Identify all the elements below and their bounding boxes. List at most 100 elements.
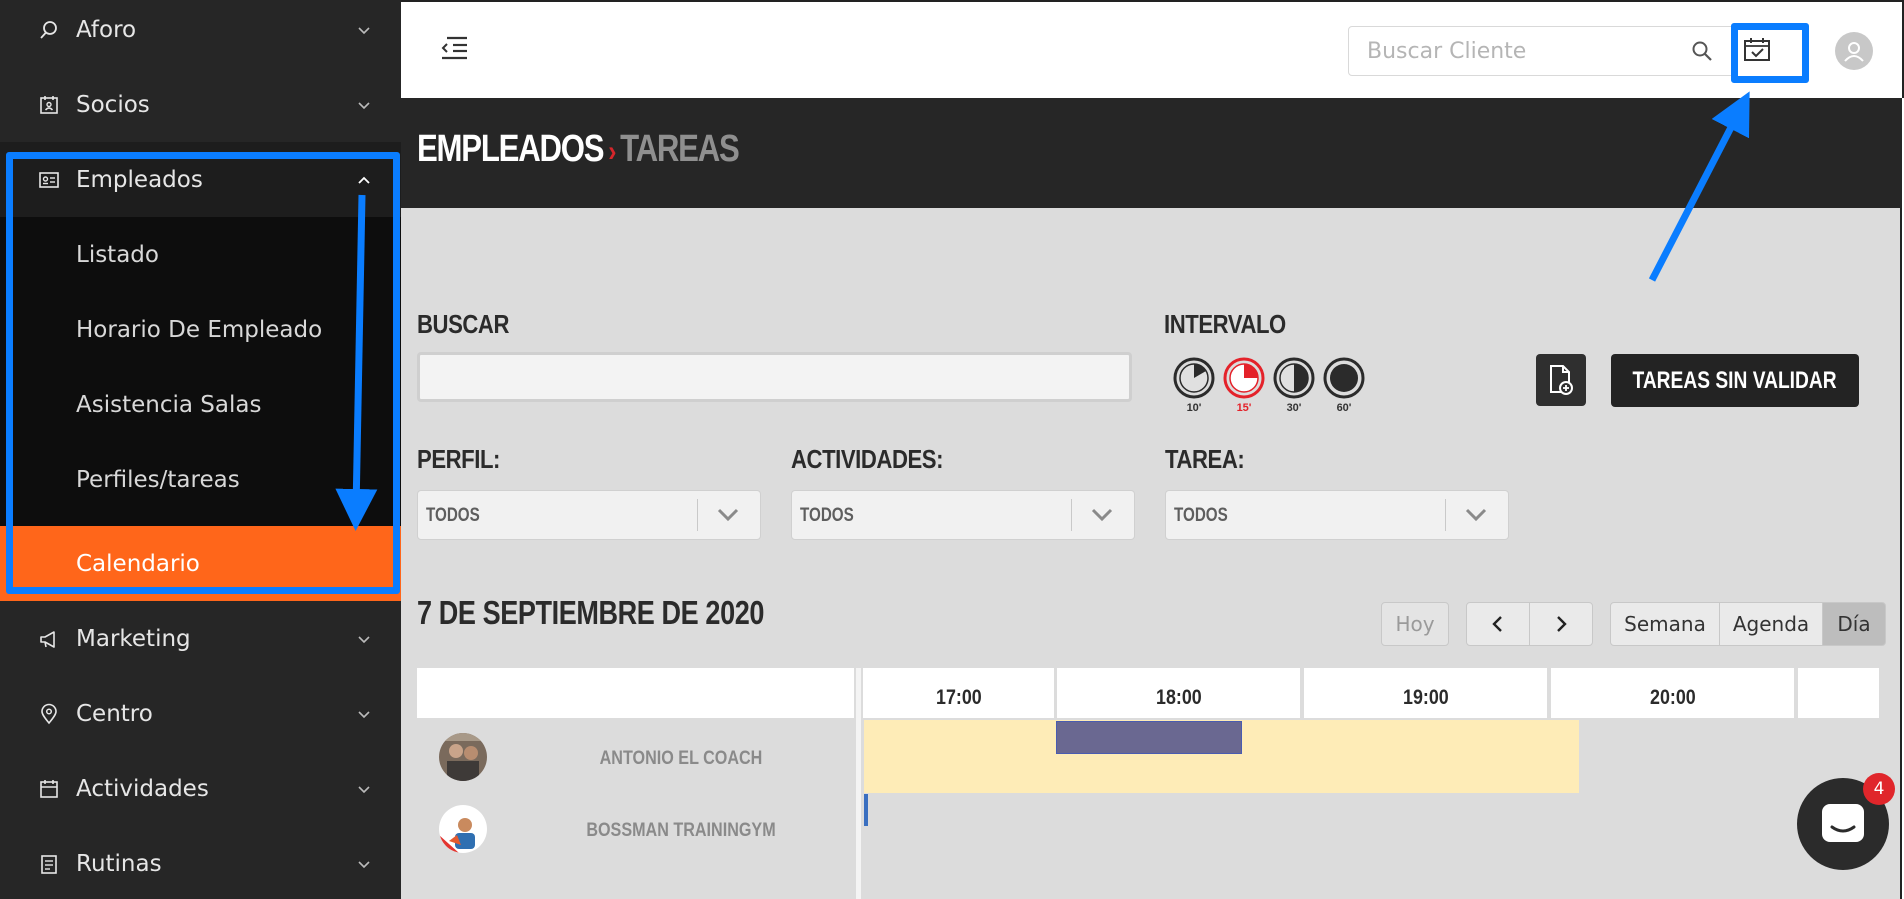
submenu-item-label: Asistencia Salas — [76, 391, 262, 418]
clock-60-icon — [1323, 357, 1365, 399]
interval-60[interactable]: 60' — [1319, 356, 1369, 414]
perfil-label: PERFIL: — [417, 444, 500, 474]
actividades-label: ACTIVIDADES: — [791, 444, 944, 474]
submenu-item-listado[interactable]: Listado — [0, 217, 401, 292]
interval-label: 30' — [1286, 402, 1302, 414]
hour-header: 17:00 — [863, 668, 1054, 718]
hour-label: 18:00 — [1155, 686, 1202, 709]
perfil-value: TODOS — [426, 505, 480, 526]
actividades-select[interactable]: TODOS — [791, 490, 1135, 540]
employee-avatar — [439, 733, 487, 781]
hour-header — [1798, 668, 1879, 718]
sidebar-item-label: Empleados — [76, 166, 203, 193]
tasks-calendar-icon[interactable] — [1737, 30, 1777, 70]
chat-icon — [1822, 804, 1864, 842]
submenu-item-perfiles-tareas[interactable]: Perfiles/tareas — [0, 442, 401, 517]
menu-collapse-icon[interactable] — [439, 34, 469, 62]
chevron-down-icon — [357, 707, 371, 721]
id-card-icon — [37, 168, 61, 192]
client-search-input[interactable] — [1349, 27, 1679, 75]
view-agenda-button[interactable]: Agenda — [1719, 602, 1823, 646]
submenu-item-horario[interactable]: Horario De Empleado — [0, 292, 401, 367]
interval-15[interactable]: 15' — [1219, 356, 1269, 414]
map-pin-icon — [37, 702, 61, 726]
megaphone-icon — [37, 627, 61, 651]
breadcrumb-separator-icon: › — [608, 135, 616, 168]
hour-label: 17:00 — [935, 686, 982, 709]
clock-10-icon — [1173, 357, 1215, 399]
intervalo-label: INTERVALO — [1164, 309, 1286, 339]
sidebar-item-aforo[interactable]: Aforo — [0, 0, 401, 67]
buscar-input[interactable] — [417, 352, 1132, 402]
submenu-item-label: Listado — [76, 241, 159, 268]
search-location-icon — [37, 18, 61, 42]
chevron-left-icon — [1492, 616, 1502, 632]
page-header: EMPLEADOS › TAREAS — [401, 98, 1902, 208]
chevron-down-icon — [357, 632, 371, 646]
search-icon[interactable] — [1690, 39, 1714, 63]
user-avatar-icon[interactable] — [1835, 32, 1873, 70]
interval-30[interactable]: 30' — [1269, 356, 1319, 414]
chevron-down-icon — [716, 505, 740, 525]
tarea-value: TODOS — [1174, 505, 1228, 526]
clock-30-icon — [1273, 357, 1315, 399]
sidebar-item-rutinas[interactable]: Rutinas — [0, 826, 401, 899]
view-semana-button[interactable]: Semana — [1610, 602, 1720, 646]
chevron-down-icon — [357, 782, 371, 796]
sidebar: Aforo Socios Empleados Listado Horario D… — [0, 0, 401, 899]
add-document-icon — [1550, 365, 1573, 395]
submenu-item-label: Horario De Empleado — [76, 316, 323, 343]
topbar — [401, 0, 1904, 98]
sidebar-item-label: Marketing — [76, 625, 191, 652]
chevron-down-icon — [357, 857, 371, 871]
sidebar-item-socios[interactable]: Socios — [0, 67, 401, 142]
sidebar-item-label: Rutinas — [76, 850, 162, 877]
interval-label: 15' — [1236, 402, 1252, 414]
submenu-item-label: Perfiles/tareas — [76, 466, 240, 493]
task-event[interactable] — [1056, 721, 1242, 754]
tareas-sin-validar-button[interactable]: TAREAS SIN VALIDAR — [1611, 354, 1859, 407]
next-button[interactable] — [1529, 602, 1593, 646]
empleados-submenu: Listado Horario De Empleado Asistencia S… — [0, 217, 401, 601]
add-task-document-button[interactable] — [1536, 354, 1586, 406]
tareas-sin-validar-label: TAREAS SIN VALIDAR — [1632, 366, 1838, 394]
chevron-down-icon — [1090, 505, 1114, 525]
calendar-icon — [37, 777, 61, 801]
breadcrumb-current: TAREAS — [620, 128, 740, 170]
sidebar-item-label: Actividades — [76, 775, 209, 802]
prev-button[interactable] — [1466, 602, 1530, 646]
clipboard-icon — [37, 852, 61, 876]
sidebar-item-actividades[interactable]: Actividades — [0, 751, 401, 826]
member-card-icon — [37, 93, 61, 117]
submenu-item-label: Calendario — [76, 550, 200, 577]
breadcrumb-section[interactable]: EMPLEADOS — [417, 128, 605, 170]
client-search — [1348, 26, 1737, 76]
resource-header — [417, 668, 854, 718]
hour-header: 18:00 — [1057, 668, 1300, 718]
view-dia-button[interactable]: Día — [1822, 602, 1886, 646]
submenu-item-asistencia-salas[interactable]: Asistencia Salas — [0, 367, 401, 442]
perfil-select[interactable]: TODOS — [417, 490, 761, 540]
sidebar-item-label: Socios — [76, 91, 150, 118]
chevron-up-icon — [357, 173, 371, 187]
hour-header: 19:00 — [1304, 668, 1547, 718]
employee-name: BOSSMAN TRAININGYM — [586, 820, 776, 841]
sidebar-item-marketing[interactable]: Marketing — [0, 601, 401, 676]
interval-10[interactable]: 10' — [1169, 356, 1219, 414]
sidebar-item-empleados[interactable]: Empleados — [0, 142, 401, 217]
hour-header: 20:00 — [1551, 668, 1794, 718]
chevron-right-icon — [1557, 616, 1567, 632]
tarea-select[interactable]: TODOS — [1165, 490, 1509, 540]
buscar-label: BUSCAR — [417, 309, 509, 339]
sidebar-item-label: Aforo — [76, 16, 137, 43]
actividades-value: TODOS — [800, 505, 854, 526]
employee-avatar — [439, 805, 487, 853]
tarea-label: TAREA: — [1165, 444, 1245, 474]
submenu-item-calendario[interactable]: Calendario — [0, 526, 401, 601]
hour-label: 20:00 — [1649, 686, 1696, 709]
breadcrumb: EMPLEADOS › TAREAS — [417, 128, 740, 171]
sidebar-item-centro[interactable]: Centro — [0, 676, 401, 751]
today-button[interactable]: Hoy — [1381, 602, 1449, 646]
clock-15-icon — [1223, 357, 1265, 399]
task-event[interactable] — [864, 794, 868, 826]
